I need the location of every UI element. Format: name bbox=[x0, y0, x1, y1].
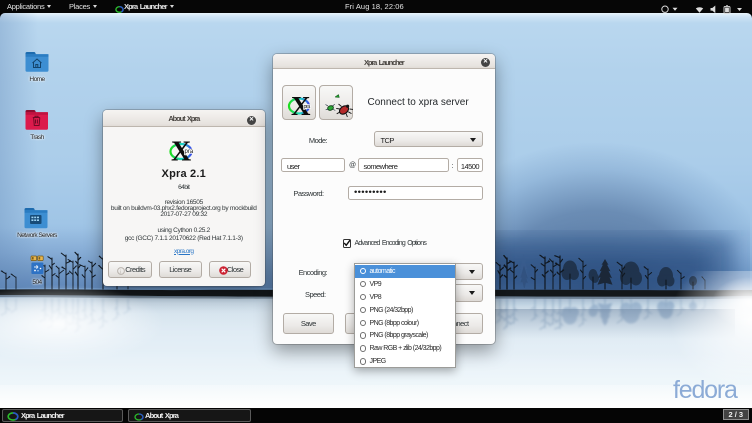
svg-text:pra: pra bbox=[303, 104, 311, 110]
svg-text:pra: pra bbox=[184, 149, 193, 155]
